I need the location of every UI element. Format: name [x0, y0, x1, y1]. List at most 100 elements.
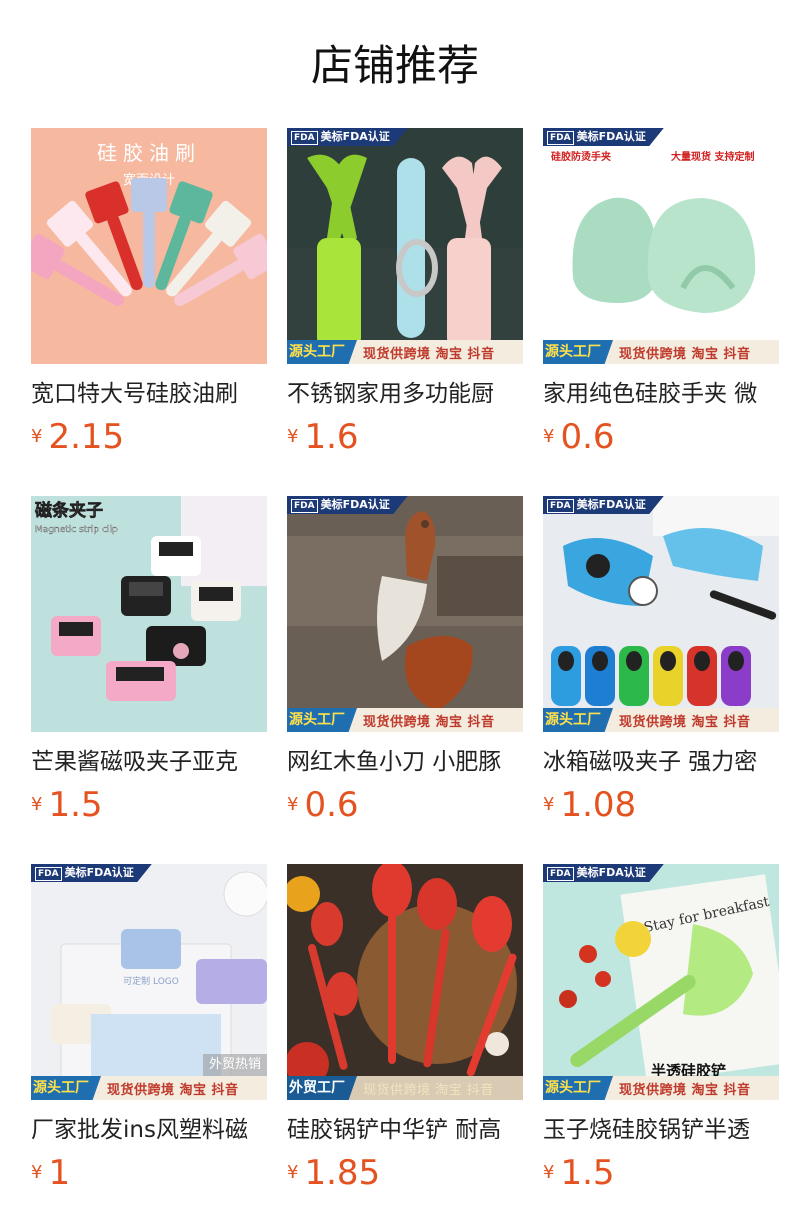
fda-logo: FDA — [291, 131, 318, 145]
fda-text: 美标FDA认证 — [576, 866, 646, 879]
origin-text: 现货供跨境 淘宝 抖音 — [619, 346, 751, 362]
image-subcaption: Magnetic strip clip — [35, 525, 118, 535]
product-card[interactable]: FDA 美标FDA认证 源头工厂 现货供跨境 淘宝 抖音 网红木鱼小刀 小肥豚 ¥0… — [287, 496, 523, 826]
fda-badge: FDA 美标FDA认证 — [287, 128, 408, 146]
fda-text: 美标FDA认证 — [320, 130, 390, 143]
image-red-caption: 大量现货 支持定制 — [671, 150, 754, 163]
product-name[interactable]: 宽口特大号硅胶油刷 — [31, 378, 267, 410]
product-image[interactable]: Stay for breakfast 半透硅胶铲 FDA 美标FDA认证 源头工厂… — [543, 864, 779, 1100]
product-price: ¥1.5 — [543, 1152, 615, 1194]
price-value: 0.6 — [560, 417, 615, 457]
origin-tag: 源头工厂 — [287, 708, 357, 732]
origin-tag: 源头工厂 — [287, 340, 357, 364]
origin-tag: 源头工厂 — [31, 1076, 101, 1100]
currency-symbol: ¥ — [31, 426, 43, 447]
origin-text: 现货供跨境 淘宝 抖音 — [619, 714, 751, 730]
price-value: 1.5 — [48, 785, 103, 825]
page-title: 店铺推荐 — [310, 41, 479, 90]
product-name[interactable]: 网红木鱼小刀 小肥豚 — [287, 746, 523, 778]
product-card[interactable]: 硅胶防烫手夹 大量现货 支持定制 FDA 美标FDA认证 源头工厂 现货供跨境 淘宝… — [543, 128, 779, 458]
origin-tag: 源头工厂 — [543, 340, 613, 364]
image-caption: 磁条夹子 — [35, 500, 103, 521]
product-price: ¥0.6 — [287, 784, 359, 826]
fda-logo: FDA — [35, 867, 62, 881]
product-price: ¥0.6 — [543, 416, 615, 458]
product-price: ¥1 — [31, 1152, 70, 1194]
fda-logo: FDA — [291, 499, 318, 513]
origin-tag: 外贸工厂 — [287, 1076, 357, 1100]
origin-tag: 源头工厂 — [543, 1076, 613, 1100]
product-image[interactable]: 硅胶防烫手夹 大量现货 支持定制 FDA 美标FDA认证 源头工厂 现货供跨境 淘宝… — [543, 128, 779, 364]
origin-bar: 源头工厂 现货供跨境 淘宝 抖音 — [543, 340, 779, 364]
hot-sale-tag: 外贸热销 — [202, 1054, 267, 1076]
origin-text: 现货供跨境 淘宝 抖音 — [619, 1082, 751, 1098]
currency-symbol: ¥ — [287, 1162, 299, 1183]
product-name[interactable]: 芒果酱磁吸夹子亚克 — [31, 746, 267, 778]
product-image[interactable]: 硅胶油刷 宽面设计 — [31, 128, 267, 364]
price-value: 2.15 — [48, 417, 125, 457]
fda-text: 美标FDA认证 — [576, 498, 646, 511]
product-card[interactable]: 磁条夹子 Magnetic strip clip 芒果酱磁吸夹子亚克 ¥1.5 — [31, 496, 267, 826]
fda-logo: FDA — [547, 867, 574, 881]
product-image[interactable]: 可定制 LOGO FDA 美标FDA认证 外贸热销 源头工厂 现货供跨境 淘宝 抖音 — [31, 864, 267, 1100]
origin-text: 现货供跨境 淘宝 抖音 — [107, 1082, 239, 1098]
price-value: 1.6 — [304, 417, 359, 457]
fda-text: 美标FDA认证 — [576, 130, 646, 143]
price-value: 0.6 — [304, 785, 359, 825]
product-image[interactable]: 磁条夹子 Magnetic strip clip — [31, 496, 267, 732]
currency-symbol: ¥ — [543, 426, 555, 447]
currency-symbol: ¥ — [31, 1162, 43, 1183]
fda-badge: FDA 美标FDA认证 — [543, 864, 664, 882]
fda-logo: FDA — [547, 131, 574, 145]
currency-symbol: ¥ — [543, 1162, 555, 1183]
fda-text: 美标FDA认证 — [320, 498, 390, 511]
origin-bar: 外贸工厂 现货供跨境 淘宝 抖音 — [287, 1076, 523, 1100]
product-price: ¥1.85 — [287, 1152, 380, 1194]
origin-bar: 源头工厂 现货供跨境 淘宝 抖音 — [287, 340, 523, 364]
product-image[interactable]: FDA 美标FDA认证 源头工厂 现货供跨境 淘宝 抖音 — [543, 496, 779, 732]
product-image[interactable]: 外贸工厂 现货供跨境 淘宝 抖音 — [287, 864, 523, 1100]
fda-badge: FDA 美标FDA认证 — [543, 128, 664, 146]
origin-text: 现货供跨境 淘宝 抖音 — [363, 1082, 494, 1098]
fda-badge: FDA 美标FDA认证 — [287, 496, 408, 514]
product-card[interactable]: 可定制 LOGO FDA 美标FDA认证 外贸热销 源头工厂 现货供跨境 淘宝 抖音… — [31, 864, 267, 1194]
price-value: 1.5 — [560, 1153, 615, 1193]
origin-bar: 源头工厂 现货供跨境 淘宝 抖音 — [543, 708, 779, 732]
currency-symbol: ¥ — [543, 794, 555, 815]
product-card[interactable]: Stay for breakfast 半透硅胶铲 FDA 美标FDA认证 源头工厂… — [543, 864, 779, 1194]
price-value: 1 — [48, 1153, 71, 1193]
product-image[interactable]: FDA 美标FDA认证 源头工厂 现货供跨境 淘宝 抖音 — [287, 128, 523, 364]
product-image[interactable]: FDA 美标FDA认证 源头工厂 现货供跨境 淘宝 抖音 — [287, 496, 523, 732]
product-card[interactable]: FDA 美标FDA认证 源头工厂 现货供跨境 淘宝 抖音 冰箱磁吸夹子 强力密 ¥1… — [543, 496, 779, 826]
fda-badge: FDA 美标FDA认证 — [31, 864, 152, 882]
product-name[interactable]: 不锈钢家用多功能厨 — [287, 378, 523, 410]
product-name[interactable]: 玉子烧硅胶锅铲半透 — [543, 1114, 779, 1146]
fda-logo: FDA — [547, 499, 574, 513]
price-value: 1.85 — [304, 1153, 381, 1193]
product-price: ¥1.6 — [287, 416, 359, 458]
origin-bar: 源头工厂 现货供跨境 淘宝 抖音 — [543, 1076, 779, 1100]
image-red-caption: 硅胶防烫手夹 — [551, 150, 611, 163]
price-value: 1.08 — [560, 785, 637, 825]
product-card[interactable]: FDA 美标FDA认证 源头工厂 现货供跨境 淘宝 抖音 不锈钢家用多功能厨 ¥1.… — [287, 128, 523, 458]
origin-text: 现货供跨境 淘宝 抖音 — [363, 714, 495, 730]
image-subcaption: 可定制 LOGO — [123, 975, 179, 987]
product-card[interactable]: 硅胶油刷 宽面设计 宽口特大号硅胶油刷 ¥2.15 — [31, 128, 267, 458]
origin-text: 现货供跨境 淘宝 抖音 — [363, 346, 495, 362]
product-price: ¥2.15 — [31, 416, 124, 458]
origin-tag: 源头工厂 — [543, 708, 613, 732]
product-name[interactable]: 家用纯色硅胶手夹 微 — [543, 378, 779, 410]
product-name[interactable]: 冰箱磁吸夹子 强力密 — [543, 746, 779, 778]
currency-symbol: ¥ — [287, 426, 299, 447]
product-name[interactable]: 厂家批发ins风塑料磁 — [31, 1114, 267, 1146]
product-price: ¥1.08 — [543, 784, 636, 826]
currency-symbol: ¥ — [287, 794, 299, 815]
origin-bar: 源头工厂 现货供跨境 淘宝 抖音 — [31, 1076, 267, 1100]
fda-text: 美标FDA认证 — [64, 866, 134, 879]
currency-symbol: ¥ — [31, 794, 43, 815]
product-name[interactable]: 硅胶锅铲中华铲 耐高 — [287, 1114, 523, 1146]
product-card[interactable]: 外贸工厂 现货供跨境 淘宝 抖音 硅胶锅铲中华铲 耐高 ¥1.85 — [287, 864, 523, 1194]
fda-badge: FDA 美标FDA认证 — [543, 496, 664, 514]
product-price: ¥1.5 — [31, 784, 103, 826]
origin-bar: 源头工厂 现货供跨境 淘宝 抖音 — [287, 708, 523, 732]
